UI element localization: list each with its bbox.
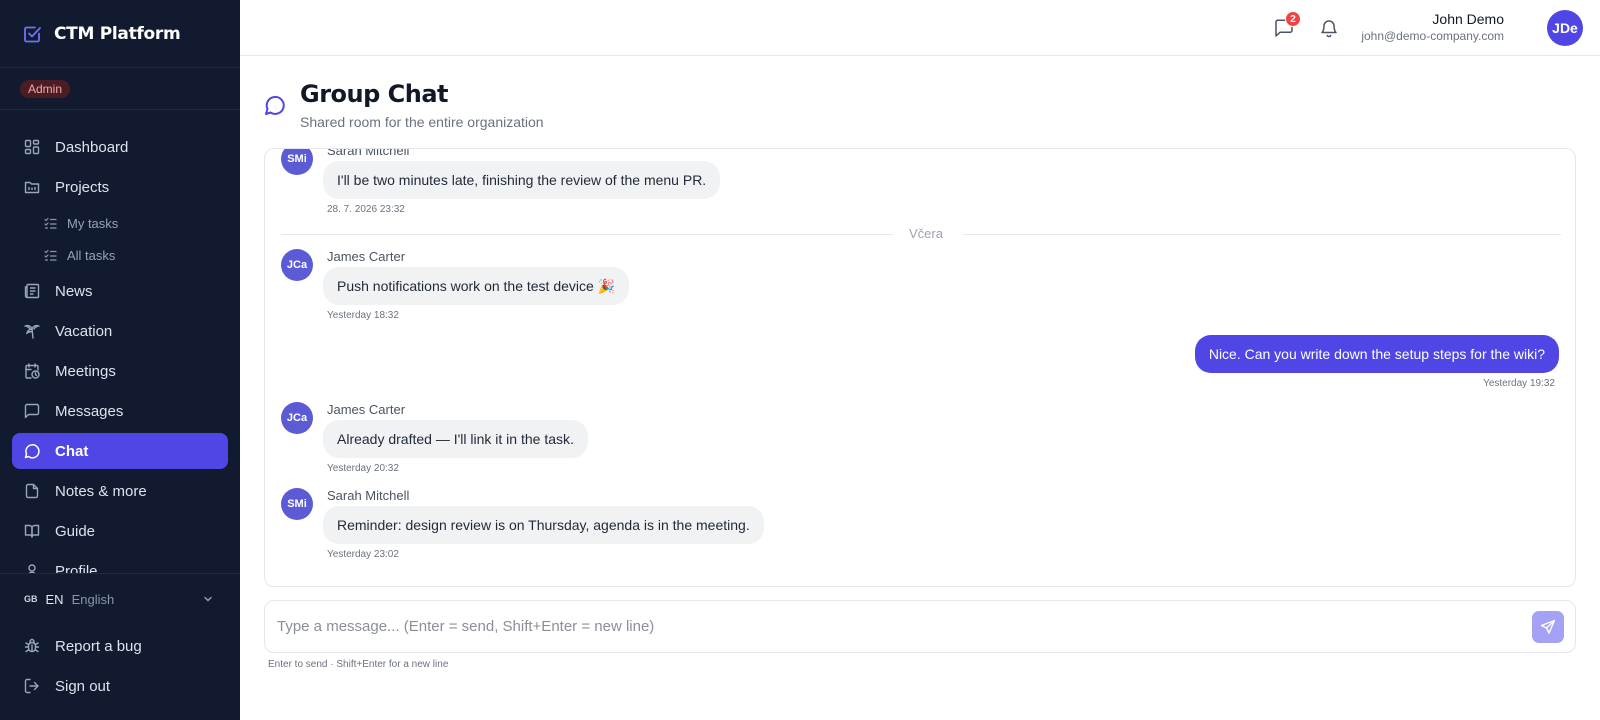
own-message-bubble: Nice. Can you write down the setup steps…	[1194, 335, 1559, 373]
dashboard-icon	[24, 139, 40, 155]
role-row: Admin	[0, 68, 240, 110]
user-email: john@demo-company.com	[1361, 29, 1504, 43]
message-composer	[264, 600, 1576, 653]
message-timestamp: Yesterday 18:32	[327, 310, 399, 321]
report-bug-button[interactable]: Report a bug	[12, 628, 228, 664]
sidebar-item-vacation[interactable]: Vacation	[12, 313, 228, 349]
chat-unread-badge: 2	[1285, 11, 1301, 27]
sidebar-item-label: My tasks	[67, 215, 119, 231]
sidebar: CTM Platform Admin Dashboard Projects My…	[0, 0, 240, 720]
page-title: Group Chat	[300, 80, 449, 108]
sidebar-item-label: Meetings	[55, 362, 116, 380]
sidebar-item-label: Notes & more	[55, 482, 147, 500]
flag-icon: GB	[24, 594, 38, 604]
app-name: CTM Platform	[54, 23, 181, 44]
sidebar-item-label: Projects	[55, 178, 110, 196]
newspaper-icon	[24, 283, 40, 299]
send-icon	[1540, 619, 1556, 635]
book-open-icon	[24, 523, 40, 539]
sign-out-button[interactable]: Sign out	[12, 668, 228, 704]
message-author: Sarah Mitchell	[327, 148, 410, 158]
avatar: JCa	[281, 249, 313, 281]
sidebar-nav: Dashboard Projects My tasks All tasks Ne…	[0, 111, 240, 573]
user-info[interactable]: John Demo john@demo-company.com	[1361, 11, 1504, 43]
page-subtitle: Shared room for the entire organization	[300, 114, 544, 130]
message-timestamp: 28. 7. 2026 23:32	[327, 204, 405, 215]
sidebar-item-news[interactable]: News	[12, 273, 228, 309]
list-check-icon	[44, 249, 57, 262]
language-name: English	[71, 591, 115, 607]
avatar: JCa	[281, 402, 313, 434]
message-author: James Carter	[327, 249, 406, 264]
sidebar-item-meetings[interactable]: Meetings	[12, 353, 228, 389]
message-author: James Carter	[327, 402, 406, 417]
divider-line	[963, 234, 1561, 235]
message-square-icon	[24, 403, 40, 419]
sidebar-item-label: Messages	[55, 402, 124, 420]
sidebar-item-dashboard[interactable]: Dashboard	[12, 129, 228, 165]
message-author: Sarah Mitchell	[327, 488, 410, 503]
sidebar-item-all-tasks[interactable]: All tasks	[12, 241, 228, 269]
sidebar-item-label: All tasks	[67, 247, 116, 263]
sidebar-item-messages[interactable]: Messages	[12, 393, 228, 429]
file-icon	[24, 483, 40, 499]
message-circle-icon	[264, 94, 286, 116]
message-timestamp: Yesterday 19:32	[1483, 378, 1555, 389]
language-code: EN	[45, 591, 64, 607]
chat-messages-panel[interactable]: SMi Sarah Mitchell I'll be two minutes l…	[264, 148, 1576, 587]
message-circle-icon	[24, 443, 40, 459]
avatar: SMi	[281, 488, 313, 520]
sidebar-item-notes[interactable]: Notes & more	[12, 473, 228, 509]
divider-line	[281, 234, 893, 235]
sidebar-item-label: Chat	[55, 442, 89, 460]
avatar: SMi	[281, 149, 313, 175]
message-input[interactable]	[277, 601, 1497, 652]
user-icon	[24, 563, 40, 573]
message-bubble: Reminder: design review is on Thursday, …	[323, 506, 764, 544]
folder-icon	[24, 179, 40, 195]
topbar: 2 John Demo john@demo-company.com JDe	[240, 0, 1600, 56]
sidebar-item-my-tasks[interactable]: My tasks	[12, 209, 228, 237]
user-name: John Demo	[1432, 11, 1504, 27]
palm-tree-icon	[24, 323, 40, 339]
sidebar-item-label: Dashboard	[55, 138, 129, 156]
message-timestamp: Yesterday 20:32	[327, 463, 399, 474]
report-bug-label: Report a bug	[55, 637, 142, 655]
checkbox-logo-icon	[22, 24, 42, 44]
sidebar-item-projects[interactable]: Projects	[12, 169, 228, 205]
bug-icon	[24, 638, 40, 654]
brand[interactable]: CTM Platform	[0, 0, 240, 68]
bell-icon[interactable]	[1319, 18, 1339, 38]
sidebar-item-label: News	[55, 282, 93, 300]
sidebar-item-label: Vacation	[55, 322, 113, 340]
day-divider: Včera	[281, 226, 1561, 241]
sidebar-item-chat[interactable]: Chat	[12, 433, 228, 469]
send-button[interactable]	[1532, 611, 1564, 643]
composer-hint: Enter to send · Shift+Enter for a new li…	[268, 659, 449, 670]
message-bubble: I'll be two minutes late, finishing the …	[323, 161, 721, 199]
message-timestamp: Yesterday 23:02	[327, 549, 399, 560]
chevron-down-icon	[202, 593, 214, 605]
avatar[interactable]: JDe	[1547, 10, 1583, 46]
list-check-icon	[44, 217, 57, 230]
day-divider-label: Včera	[909, 226, 943, 241]
sidebar-item-guide[interactable]: Guide	[12, 513, 228, 549]
message-bubble: Push notifications work on the test devi…	[323, 267, 630, 305]
sidebar-footer: GB EN English Report a bug Sign out	[0, 573, 240, 708]
sidebar-item-profile[interactable]: Profile	[12, 553, 228, 573]
message-bubble: Already drafted — I'll link it in the ta…	[323, 420, 588, 458]
role-badge: Admin	[20, 79, 71, 98]
sign-out-label: Sign out	[55, 677, 111, 695]
sidebar-item-label: Guide	[55, 522, 96, 540]
calendar-clock-icon	[24, 363, 40, 379]
language-selector[interactable]: GB EN English	[0, 584, 240, 614]
log-out-icon	[24, 678, 40, 694]
sidebar-item-label: Profile	[55, 562, 98, 574]
